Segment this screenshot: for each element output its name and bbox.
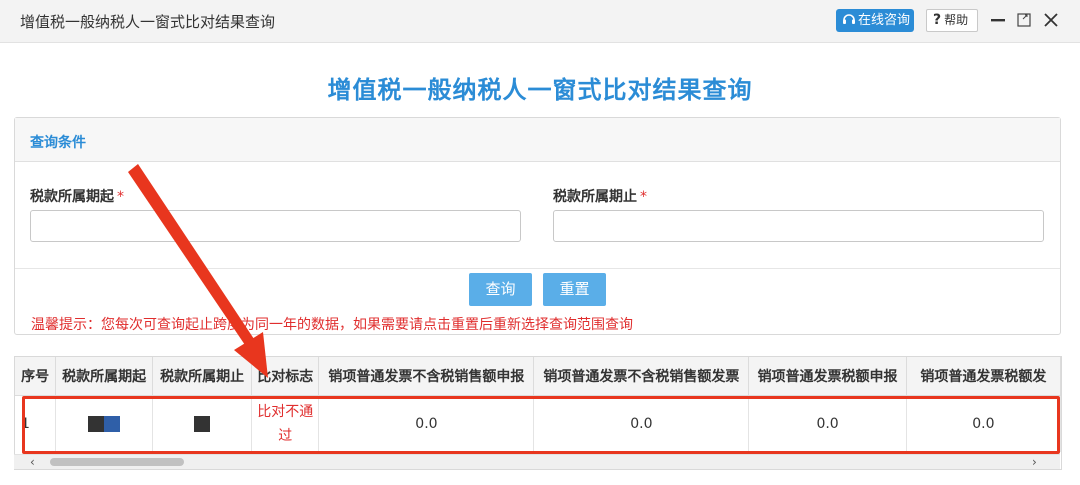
annotation-arrow-icon — [128, 164, 268, 378]
